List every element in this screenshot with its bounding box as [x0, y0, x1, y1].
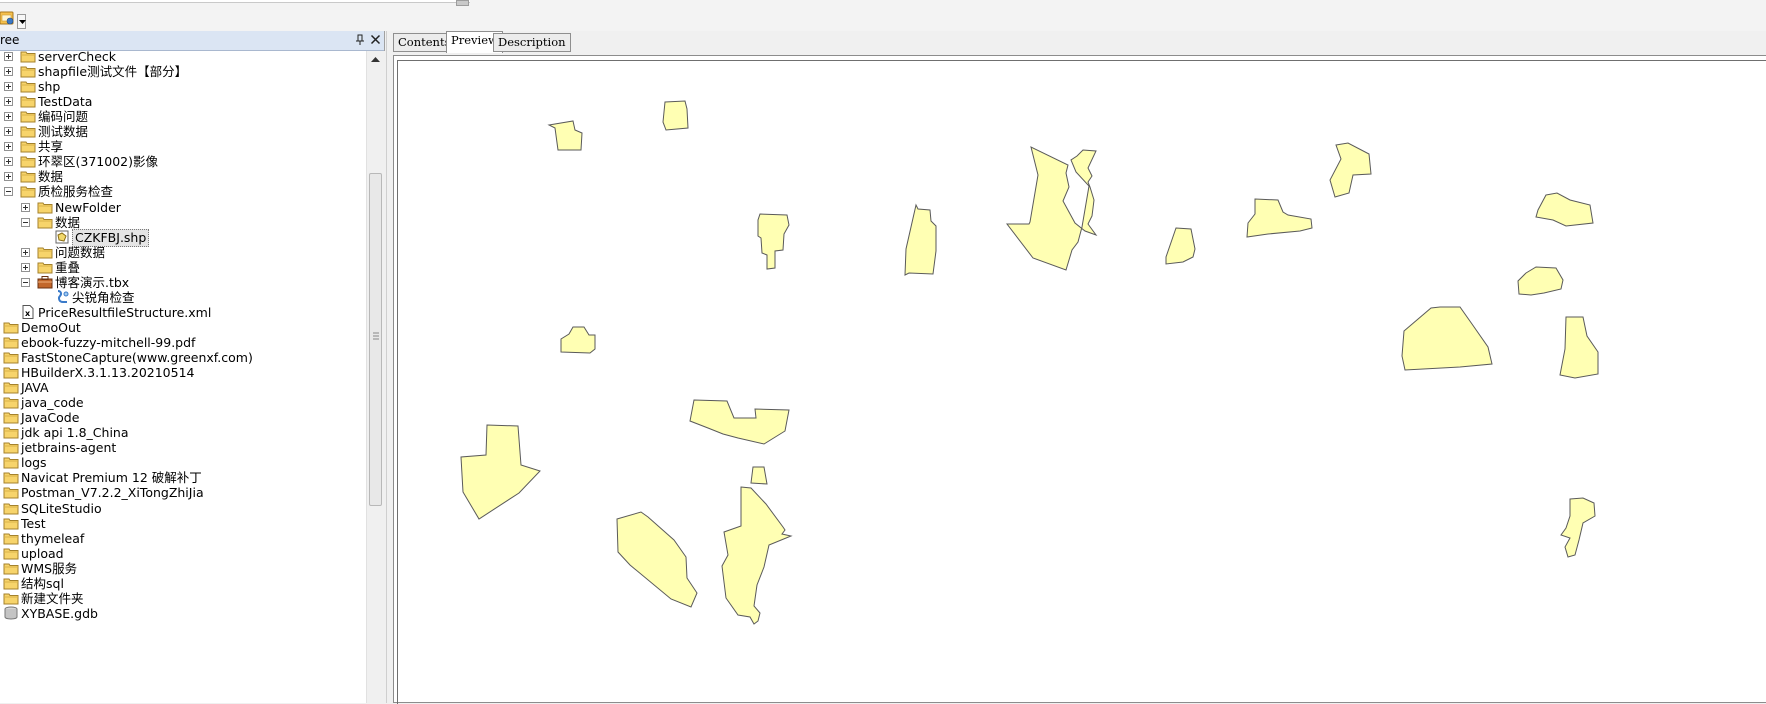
folder-icon	[20, 79, 36, 93]
folder-icon	[3, 576, 19, 590]
folder-icon	[3, 380, 19, 394]
folder-icon	[3, 591, 19, 605]
folder-icon	[3, 335, 19, 349]
toolbar-dropdown-button[interactable]	[17, 14, 26, 29]
close-icon[interactable]	[370, 34, 381, 45]
toolbar-address-edge	[0, 0, 470, 3]
map-polygon[interactable]	[689, 399, 790, 445]
chevron-down-icon	[19, 20, 26, 24]
folder-icon	[37, 200, 53, 214]
map-polygon[interactable]	[1517, 266, 1564, 296]
map-polygon[interactable]	[1535, 192, 1594, 227]
expand-icon[interactable]	[21, 247, 30, 257]
expand-icon[interactable]	[4, 142, 13, 152]
folder-icon	[3, 350, 19, 364]
map-polygon[interactable]	[1165, 227, 1196, 265]
folder-icon	[37, 260, 53, 274]
map-polygon[interactable]	[616, 511, 698, 608]
tree-item-label: XYBASE.gdb	[21, 605, 98, 621]
expand-icon[interactable]	[4, 82, 13, 92]
expand-icon[interactable]	[4, 52, 13, 61]
map-polygon[interactable]	[547, 120, 583, 151]
geodatabase-icon	[3, 606, 19, 620]
folder-icon	[3, 561, 19, 575]
folder-icon	[3, 395, 19, 409]
folder-icon	[20, 109, 36, 123]
catalog-icon[interactable]	[0, 11, 14, 25]
map-polygon[interactable]	[1246, 198, 1313, 238]
tree-scrollbar[interactable]	[366, 51, 385, 703]
folder-icon	[3, 470, 19, 484]
tree-list: serverCheck shapfile测试文件【部分】 shp TestData 编码…	[0, 51, 366, 703]
expand-icon[interactable]	[4, 112, 13, 122]
expand-icon[interactable]	[4, 127, 13, 137]
map-polygon[interactable]	[1560, 497, 1596, 558]
folder-icon	[3, 485, 19, 499]
folder-icon	[20, 139, 36, 153]
content-area: Contents Preview Description	[386, 31, 1766, 704]
expand-icon[interactable]	[4, 67, 13, 77]
folder-icon	[3, 410, 19, 424]
map-polygon[interactable]	[721, 486, 793, 625]
scroll-up-arrow-icon[interactable]	[371, 57, 380, 62]
folder-icon	[20, 64, 36, 78]
toolbar-scroll-grip[interactable]	[456, 0, 469, 6]
folder-icon	[37, 215, 53, 229]
folder-icon	[3, 455, 19, 469]
grip-icon	[373, 332, 379, 340]
pin-icon[interactable]	[355, 34, 365, 46]
expand-icon[interactable]	[21, 202, 30, 212]
folder-icon	[37, 245, 53, 259]
folder-icon	[20, 169, 36, 183]
folder-icon	[3, 546, 19, 560]
map-polygon[interactable]	[662, 100, 689, 131]
toolbox-icon	[37, 275, 53, 289]
script-tool-icon	[54, 289, 70, 304]
tree-item[interactable]: XYBASE.gdb	[0, 605, 366, 622]
folder-icon	[20, 124, 36, 138]
folder-icon	[3, 365, 19, 379]
collapse-icon[interactable]	[4, 187, 13, 197]
map-polygon[interactable]	[904, 203, 937, 276]
map-polygon[interactable]	[1329, 142, 1372, 198]
preview-panel	[393, 55, 1766, 704]
map-polygon[interactable]	[1005, 146, 1098, 271]
folder-icon	[3, 440, 19, 454]
collapse-icon[interactable]	[21, 217, 30, 227]
folder-icon	[20, 184, 36, 198]
map-polygon[interactable]	[1559, 316, 1599, 379]
map-polygon[interactable]	[560, 326, 596, 354]
expand-icon[interactable]	[4, 157, 13, 167]
expand-icon[interactable]	[21, 262, 30, 272]
panel-title: ree	[0, 33, 20, 47]
folder-icon	[3, 425, 19, 439]
folder-icon	[20, 154, 36, 168]
collapse-icon[interactable]	[21, 277, 30, 287]
map-polygon[interactable]	[460, 424, 541, 520]
map-canvas[interactable]	[398, 61, 1766, 704]
map-polygon[interactable]	[1401, 306, 1493, 371]
svg-text:x: x	[25, 309, 31, 318]
expand-icon[interactable]	[4, 97, 13, 107]
map-preview[interactable]	[397, 60, 1766, 704]
toolbar	[0, 0, 1766, 31]
folder-icon	[20, 94, 36, 108]
panel-header: ree	[0, 31, 384, 51]
catalog-tree-panel: ree serverCheck shapfile测试文件【部分】 shp TestDa…	[0, 31, 385, 703]
xml-file-icon: x	[20, 304, 36, 319]
folder-icon	[3, 516, 19, 530]
folder-icon	[20, 51, 36, 63]
tab-description[interactable]: Description	[493, 33, 571, 52]
expand-icon[interactable]	[4, 172, 13, 182]
map-polygon[interactable]	[750, 466, 768, 485]
shapefile-icon	[54, 230, 70, 244]
scrollbar-thumb[interactable]	[369, 173, 382, 506]
folder-icon	[3, 531, 19, 545]
folder-icon	[3, 320, 19, 334]
folder-icon	[3, 501, 19, 515]
map-polygon[interactable]	[757, 213, 790, 270]
